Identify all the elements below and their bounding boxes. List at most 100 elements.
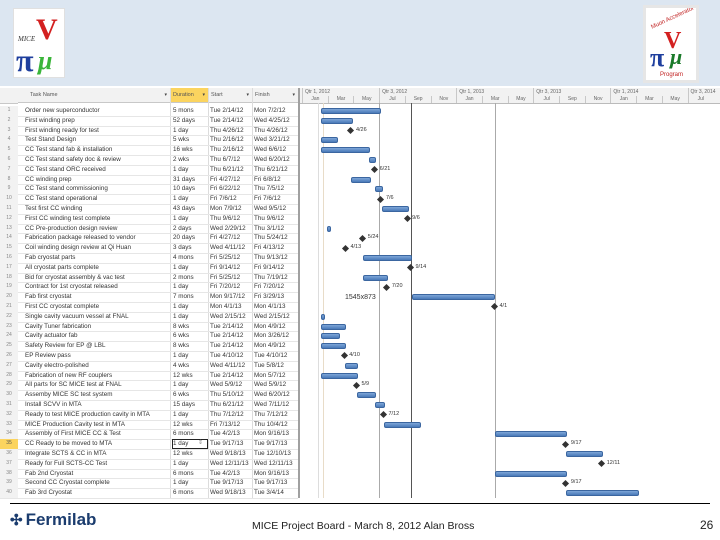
start-cell[interactable]: Fri 4/27/12 (210, 175, 252, 185)
finish-cell[interactable]: Mon 4/1/13 (254, 302, 298, 312)
finish-cell[interactable]: Thu 7/12/12 (254, 410, 298, 420)
dropdown-arrow-icon[interactable]: ▾ (164, 88, 167, 103)
duration-cell[interactable]: 6 mons (173, 429, 207, 439)
row-number[interactable]: 3 (0, 125, 18, 136)
row-number[interactable]: 35 (0, 439, 18, 449)
duration-cell[interactable]: 1 day (173, 459, 207, 469)
start-cell[interactable]: Fri 4/27/12 (210, 233, 252, 243)
task-name-cell[interactable]: CC Test stand operational (25, 194, 170, 204)
milestone-marker[interactable] (562, 479, 570, 487)
start-cell[interactable]: Fri 7/13/12 (210, 420, 252, 430)
duration-cell[interactable]: 15 days (173, 400, 207, 410)
milestone-marker[interactable] (340, 352, 348, 360)
duration-cell[interactable]: 4 wks (173, 361, 207, 371)
gantt-bar[interactable] (351, 176, 372, 183)
row-number[interactable]: 22 (0, 311, 18, 322)
row-number[interactable]: 11 (0, 204, 18, 214)
task-name-cell[interactable]: First CC cryostat complete (25, 302, 170, 312)
row-number[interactable]: 12 (0, 213, 18, 224)
finish-cell[interactable]: Fri 6/8/12 (254, 175, 298, 185)
start-cell[interactable]: Thu 5/10/12 (210, 390, 252, 400)
task-name-cell[interactable]: Test Stand Design (25, 135, 170, 145)
milestone-marker[interactable] (359, 234, 367, 242)
row-number[interactable]: 26 (0, 351, 18, 361)
finish-cell[interactable]: Fri 3/29/13 (254, 292, 298, 302)
duration-cell[interactable]: 2 days (173, 224, 207, 234)
gantt-bar[interactable] (494, 470, 568, 477)
start-cell[interactable]: Tue 4/2/13 (210, 469, 252, 479)
finish-cell[interactable]: Fri 9/14/12 (254, 263, 298, 273)
start-cell[interactable]: Tue 9/17/13 (210, 439, 252, 449)
row-number[interactable]: 28 (0, 370, 18, 381)
row-number[interactable]: 34 (0, 429, 18, 440)
task-name-cell[interactable]: CC Pre-production design review (25, 224, 170, 234)
gantt-bar[interactable] (375, 186, 383, 193)
finish-cell[interactable]: Tue 12/10/13 (254, 449, 298, 459)
start-cell[interactable]: Wed 9/18/13 (210, 449, 252, 459)
gantt-bar[interactable] (321, 147, 371, 154)
task-name-cell[interactable]: Bid for cryostat assembly & vac test (25, 273, 170, 283)
task-name-cell[interactable]: CC Ready to be moved to MTA (25, 439, 170, 449)
finish-cell[interactable]: Thu 4/26/12 (254, 126, 298, 136)
finish-cell[interactable]: Thu 9/6/12 (254, 214, 298, 224)
duration-cell[interactable]: 16 wks (173, 145, 207, 155)
duration-cell[interactable]: 6 mons (173, 488, 207, 498)
finish-cell[interactable]: Tue 9/17/13 (254, 439, 298, 449)
row-number[interactable]: 18 (0, 272, 18, 283)
duration-cell[interactable]: 1 day (173, 478, 207, 488)
row-number[interactable]: 23 (0, 321, 18, 332)
duration-cell[interactable]: 43 days (173, 204, 207, 214)
row-number[interactable]: 16 (0, 253, 18, 263)
task-name-cell[interactable]: Cavity actuator fab (25, 331, 170, 341)
gantt-bar[interactable] (320, 313, 325, 320)
row-number[interactable]: 24 (0, 331, 18, 342)
table-row[interactable]: 40 Fab 3rd Cryostat 6 mons Wed 9/18/13 Tue 3… (0, 488, 298, 499)
start-cell[interactable]: Fri 5/25/12 (210, 273, 252, 283)
start-cell[interactable]: Wed 2/15/12 (210, 312, 252, 322)
row-number[interactable]: 39 (0, 478, 18, 489)
start-cell[interactable]: Tue 2/14/12 (210, 341, 252, 351)
start-cell[interactable]: Wed 4/11/12 (210, 243, 252, 253)
duration-cell[interactable]: 52 days (173, 116, 207, 126)
column-header-duration[interactable]: Duration ▾ (171, 88, 208, 103)
row-number[interactable]: 13 (0, 223, 18, 234)
row-header-corner[interactable] (0, 88, 18, 104)
start-cell[interactable]: Thu 4/26/12 (210, 126, 252, 136)
duration-cell[interactable]: 3 days (173, 243, 207, 253)
gantt-bar[interactable] (368, 156, 377, 163)
task-name-cell[interactable]: Safety Review for EP @ LBL (25, 341, 170, 351)
finish-cell[interactable]: Wed 6/6/12 (254, 145, 298, 155)
gantt-bar[interactable] (321, 137, 338, 144)
milestone-marker[interactable] (379, 411, 388, 419)
start-cell[interactable]: Thu 9/6/12 (210, 214, 252, 224)
row-number[interactable]: 38 (0, 468, 18, 479)
duration-cell[interactable]: 12 wks (173, 420, 207, 430)
row-number[interactable]: 27 (0, 360, 18, 371)
column-header-start[interactable]: Start ▾ (209, 88, 252, 103)
task-name-cell[interactable]: CC Test stand commissioning (25, 184, 170, 194)
gantt-bar[interactable] (363, 254, 413, 261)
start-cell[interactable]: Tue 4/2/13 (210, 429, 252, 439)
task-name-cell[interactable]: Fab cryostat parts (25, 253, 170, 263)
duration-cell[interactable]: 12 wks (173, 449, 207, 459)
finish-cell[interactable]: Wed 9/5/12 (254, 204, 298, 214)
duration-cell[interactable]: 10 days (173, 184, 207, 194)
task-name-cell[interactable]: EP Review pass (25, 351, 170, 361)
duration-cell[interactable]: 20 days (173, 233, 207, 243)
milestone-marker[interactable] (347, 126, 355, 135)
duration-cell[interactable]: 31 days (173, 175, 207, 185)
duration-cell[interactable]: 1 day (173, 302, 207, 312)
start-cell[interactable]: Tue 2/14/12 (210, 106, 252, 116)
gantt-bar[interactable] (356, 392, 377, 399)
start-cell[interactable]: Wed 9/18/13 (210, 488, 252, 498)
finish-cell[interactable]: Tue 3/4/14 (254, 488, 298, 498)
task-name-cell[interactable]: Cavity electro-polished (25, 361, 170, 371)
finish-cell[interactable]: Wed 6/20/12 (254, 390, 298, 400)
duration-cell[interactable]: 5 mons (173, 106, 207, 116)
finish-cell[interactable]: Mon 7/2/12 (254, 106, 298, 116)
task-name-cell[interactable]: Fabrication package released to vendor (25, 233, 170, 243)
task-name-cell[interactable]: Fab 3rd Cryostat (25, 488, 170, 498)
dropdown-arrow-icon[interactable]: ▾ (292, 88, 295, 103)
finish-cell[interactable]: Mon 9/16/13 (254, 469, 298, 479)
task-name-cell[interactable]: First winding prep (25, 116, 170, 126)
